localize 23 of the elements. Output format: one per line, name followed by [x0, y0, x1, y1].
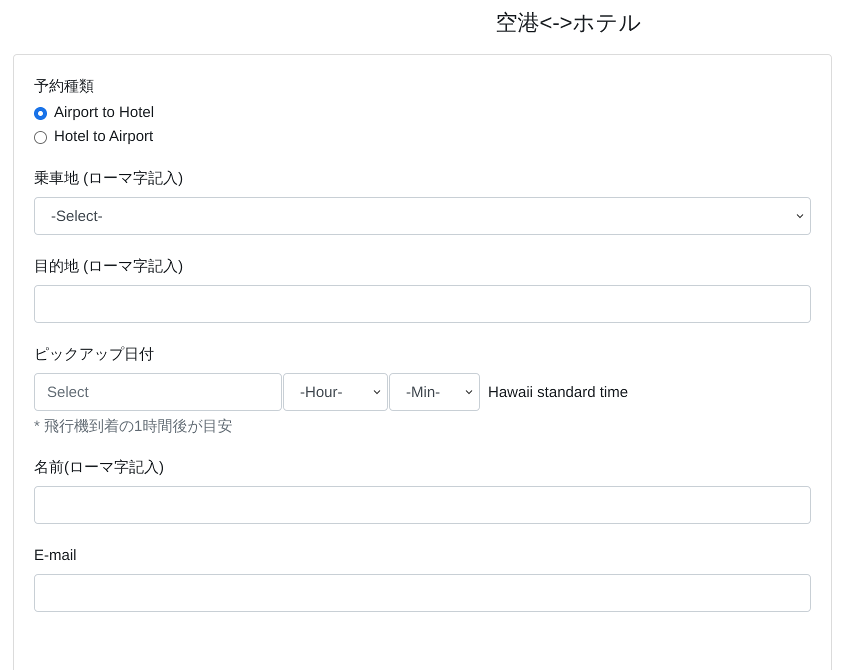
- caret-icon: [796, 213, 804, 219]
- select-field[interactable]: -Select-: [34, 197, 811, 235]
- radio-option[interactable]: Airport to Hotel: [34, 103, 811, 123]
- hour-select[interactable]: -Hour-: [283, 373, 388, 411]
- input-field[interactable]: [34, 285, 811, 323]
- caret-icon: [465, 389, 473, 395]
- radio-option[interactable]: Hotel to Airport: [34, 127, 811, 147]
- field-label: 目的地 (ローマ字記入): [34, 257, 184, 277]
- field-label: 乗車地 (ローマ字記入): [34, 169, 184, 189]
- input-field[interactable]: [34, 574, 811, 612]
- field-label: E-mail: [34, 546, 78, 566]
- field-label: 名前(ローマ字記入): [34, 458, 165, 478]
- radio-icon[interactable]: [34, 130, 47, 144]
- minute-select[interactable]: -Min-: [389, 373, 480, 411]
- field-label: 予約種類: [34, 77, 95, 97]
- radio-icon[interactable]: [34, 106, 47, 120]
- field-label: ピックアップ日付: [34, 345, 155, 365]
- caret-icon: [373, 389, 381, 395]
- timezone-text: Hawaii standard time: [488, 384, 628, 400]
- input-field[interactable]: [34, 486, 811, 524]
- date-field[interactable]: Select: [34, 373, 282, 411]
- page-title: 空港<->ホテル: [495, 9, 642, 37]
- hint-text: * 飛行機到着の1時間後が目安: [34, 417, 234, 436]
